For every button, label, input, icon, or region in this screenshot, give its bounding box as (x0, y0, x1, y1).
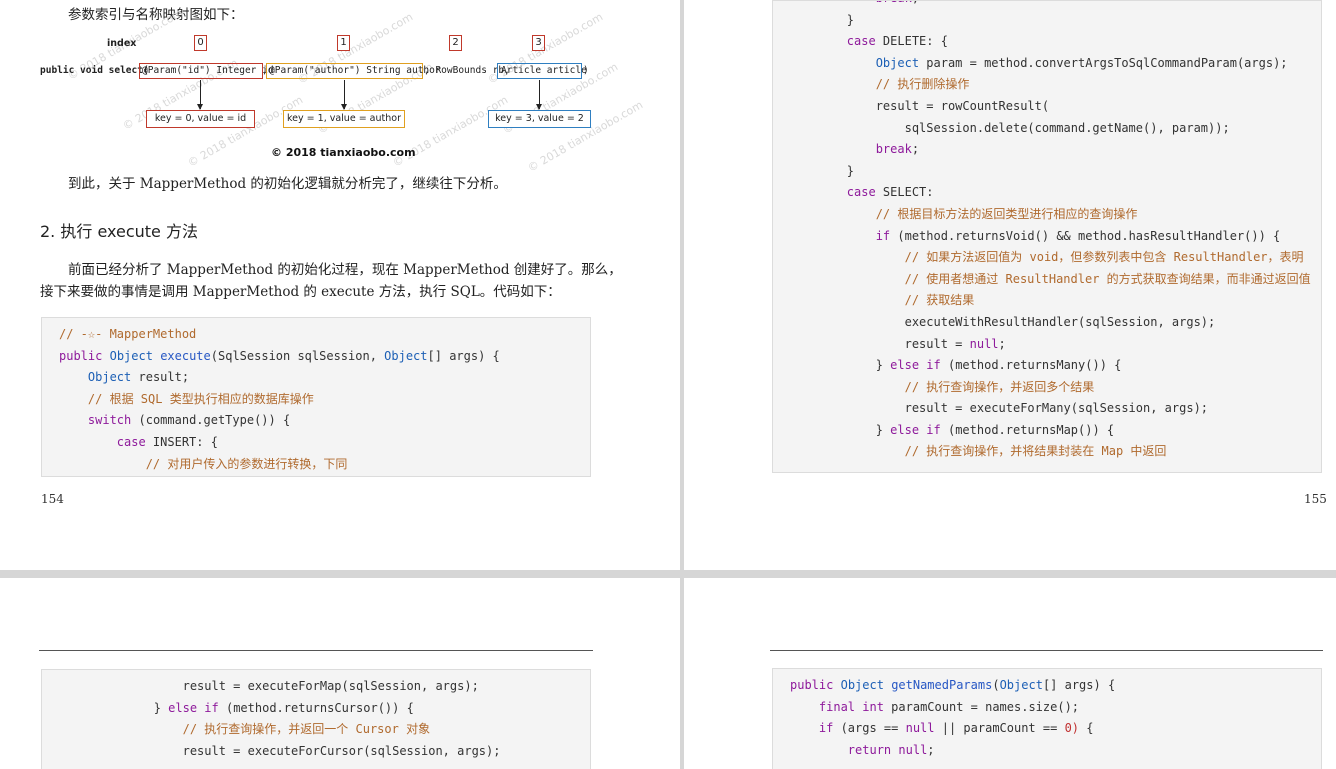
code-line: Object result; (87, 370, 190, 385)
param-mapping-diagram: © 2018 tianxiaobo.com © 2018 tianxiaobo.… (40, 6, 645, 175)
code-line: switch (command.getType()) { (87, 413, 291, 428)
code-line: result = executeForCursor(sqlSession, ar… (67, 743, 501, 758)
code-line: // 根据 SQL 类型执行相应的数据库操作 (87, 391, 314, 406)
page-number: 155 (1304, 492, 1327, 506)
code-line: } else if (method.returnsMany()) { (789, 358, 1122, 373)
code-line: case DELETE: { (846, 34, 948, 49)
page-number: 154 (41, 492, 64, 506)
code-line: sqlSession.delete(command.getName(), par… (789, 120, 1230, 135)
code-line: // 使用者想通过 ResultHandler 的方式获取查询结果，而非通过返回… (904, 271, 1311, 286)
param-3: Article article (501, 65, 587, 76)
arrow-down (341, 80, 347, 110)
arrow-down (536, 80, 542, 110)
code-line: } (789, 163, 855, 178)
param-1: @Param("author") String author (269, 65, 441, 76)
page-155: break; } case DELETE: { Object param = m… (684, 0, 1336, 570)
index-0: 0 (194, 35, 207, 51)
code-line: return null; (847, 742, 935, 757)
paragraph-line: 前面已经分析了 MapperMethod 的初始化过程，现在 MapperMet… (68, 262, 622, 278)
page-154: 参数索引与名称映射图如下： © 2018 tianxiaobo.com © 20… (0, 0, 680, 570)
code-line: executeWithResultHandler(sqlSession, arg… (789, 314, 1216, 329)
header-rule (770, 650, 1323, 651)
code-line: result = executeForMany(sqlSession, args… (789, 401, 1209, 416)
index-2: 2 (449, 35, 462, 51)
code-line: result = null; (789, 336, 1006, 351)
page-156: result = executeForMap(sqlSession, args)… (0, 578, 680, 769)
code-block: public Object getNamedParams(Object[] ar… (772, 668, 1322, 769)
code-line: // -☆- MapperMethod (59, 327, 197, 341)
code-line: public Object getNamedParams(Object[] ar… (790, 678, 1116, 692)
code-line: case INSERT: { (116, 434, 218, 449)
code-line: result = rowCountResult( (789, 98, 1050, 113)
code-line: case SELECT: (846, 185, 934, 200)
code-line: if (method.returnsVoid() && method.hasRe… (875, 228, 1281, 243)
code-line: } else if (method.returnsCursor()) { (67, 700, 414, 715)
code-line: } (789, 12, 855, 27)
code-line: final int paramCount = names.size(); (818, 699, 1080, 714)
code-line: break; (875, 142, 920, 157)
code-block: break; } case DELETE: { Object param = m… (772, 0, 1322, 473)
key-0-box: key = 0, value = id (146, 110, 255, 128)
code-line: result = executeForMap(sqlSession, args)… (67, 679, 479, 693)
summary-text: 到此，关于 MapperMethod 的初始化逻辑就分析完了，继续往下分析。 (68, 176, 507, 192)
code-line: // 执行查询操作，并将结果封装在 Map 中返回 (904, 444, 1167, 459)
signature-suffix: ) (583, 65, 589, 76)
code-line: Object param = method.convertArgsToSqlCo… (875, 55, 1288, 70)
key-1-box: key = 1, value = author (283, 110, 405, 128)
code-line: // 对用户传入的参数进行转换，下同 (145, 456, 348, 471)
paragraph-line: 接下来要做的事情是调用 MapperMethod 的 execute 方法，执行… (40, 284, 561, 300)
code-block: // -☆- MapperMethod public Object execute… (41, 317, 591, 477)
code-block: result = executeForMap(sqlSession, args)… (41, 669, 591, 769)
signature-prefix: public void select( (40, 65, 149, 76)
index-label: index (107, 38, 137, 49)
code-line: // 如果方法返回值为 void，但参数列表中包含 ResultHandler，… (904, 250, 1304, 265)
section-heading: 2. 执行 execute 方法 (40, 222, 198, 241)
code-line: if (args == null || paramCount == 0) { (818, 721, 1094, 736)
code-line: public Object execute(SqlSession sqlSess… (59, 348, 500, 363)
code-line: // 根据目标方法的返回类型进行相应的查询操作 (875, 206, 1138, 221)
copyright: © 2018 tianxiaobo.com (271, 146, 416, 159)
code-line: // 获取结果 (904, 293, 975, 308)
index-1: 1 (337, 35, 350, 51)
code-line: break; (789, 1, 1321, 10)
header-rule (39, 650, 593, 651)
param-0: @Param("id") Integer id (142, 65, 274, 76)
code-line: // 执行查询操作，并返回一个 Cursor 对象 (182, 722, 431, 737)
code-line: } else if (method.returnsMap()) { (789, 422, 1115, 437)
page-157: public Object getNamedParams(Object[] ar… (684, 578, 1336, 769)
code-line: // 执行删除操作 (875, 77, 970, 92)
key-3-box: key = 3, value = 2 (488, 110, 591, 128)
index-3: 3 (532, 35, 545, 51)
arrow-down (197, 80, 203, 110)
code-line: // 执行查询操作，并返回多个结果 (904, 379, 1095, 394)
